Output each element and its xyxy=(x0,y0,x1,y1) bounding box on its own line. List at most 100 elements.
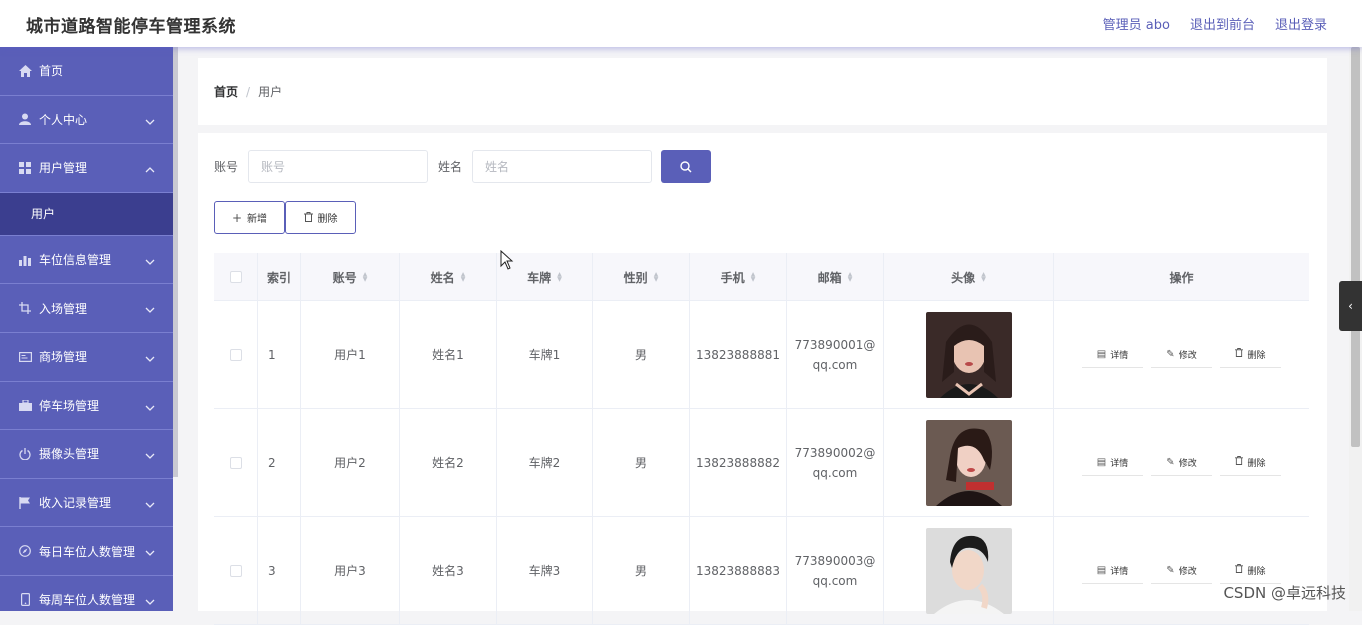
crop-icon xyxy=(18,301,32,315)
cell-account: 用户2 xyxy=(301,409,400,516)
sidebar-item-mall[interactable]: 商场管理 xyxy=(0,333,173,382)
exit-to-front-link[interactable]: 退出到前台 xyxy=(1190,14,1255,33)
cell-gender: 男 xyxy=(593,301,690,408)
main-panel: 账号 姓名 +新增 删除 索引 账号▲▼ 姓名▲▼ 车牌▲▼ 性别▲▼ 手机▲▼… xyxy=(198,133,1327,611)
name-input[interactable] xyxy=(472,150,652,183)
row-checkbox[interactable] xyxy=(230,565,242,577)
sort-icon[interactable]: ▲▼ xyxy=(363,272,368,282)
sort-icon[interactable]: ▲▼ xyxy=(461,272,466,282)
column-header-email[interactable]: 邮箱▲▼ xyxy=(787,253,884,301)
row-delete-button[interactable]: 删除 xyxy=(1220,342,1281,368)
trash-icon xyxy=(1235,348,1243,360)
scrollbar-thumb[interactable] xyxy=(1351,47,1360,447)
edit-button[interactable]: ✎修改 xyxy=(1151,450,1212,476)
chevron-down-icon xyxy=(145,448,155,462)
cell-plate: 车牌3 xyxy=(497,517,593,624)
sidebar-item-space-info[interactable]: 车位信息管理 xyxy=(0,236,173,285)
chevron-down-icon xyxy=(145,545,155,559)
sidebar-item-parking-lot[interactable]: 停车场管理 xyxy=(0,382,173,431)
chevron-left-icon: ‹ xyxy=(1348,299,1353,313)
sidebar-item-label: 停车场管理 xyxy=(39,397,99,414)
sort-icon[interactable]: ▲▼ xyxy=(981,272,986,282)
briefcase-icon xyxy=(18,398,32,412)
column-header-name[interactable]: 姓名▲▼ xyxy=(400,253,497,301)
logout-link[interactable]: 退出登录 xyxy=(1275,14,1327,33)
sidebar-item-user-management[interactable]: 用户管理 xyxy=(0,144,173,193)
row-delete-button[interactable]: 删除 xyxy=(1220,450,1281,476)
table-row: 1 用户1 姓名1 车牌1 男 13823888881 773890001@qq… xyxy=(214,301,1309,409)
flag-icon xyxy=(18,496,32,510)
cell-email: 773890001@qq.com xyxy=(787,301,884,408)
search-bar: 账号 姓名 xyxy=(214,150,711,183)
sidebar-item-label: 每周车位人数管理 xyxy=(39,591,135,608)
document-icon: ▤ xyxy=(1097,457,1106,468)
row-delete-button[interactable]: 删除 xyxy=(1220,558,1281,584)
sidebar-item-entry[interactable]: 入场管理 xyxy=(0,284,173,333)
add-button[interactable]: +新增 xyxy=(214,201,285,234)
sidebar-item-personal-center[interactable]: 个人中心 xyxy=(0,96,173,145)
column-header-gender[interactable]: 性别▲▼ xyxy=(593,253,690,301)
column-header-avatar[interactable]: 头像▲▼ xyxy=(884,253,1054,301)
cell-name: 姓名1 xyxy=(400,301,497,408)
row-checkbox[interactable] xyxy=(230,349,242,361)
cell-index: 2 xyxy=(258,409,301,516)
sidebar-item-weekly-count[interactable]: 每周车位人数管理 xyxy=(0,576,173,611)
table-header: 索引 账号▲▼ 姓名▲▼ 车牌▲▼ 性别▲▼ 手机▲▼ 邮箱▲▼ 头像▲▼ 操作 xyxy=(214,253,1309,301)
home-icon xyxy=(18,64,32,78)
trash-icon xyxy=(1235,564,1243,576)
cell-name: 姓名2 xyxy=(400,409,497,516)
sidebar-item-label: 车位信息管理 xyxy=(39,251,111,268)
sidebar-scrollbar[interactable] xyxy=(173,47,178,477)
breadcrumb-panel: 首页 / 用户 xyxy=(198,58,1327,125)
detail-button[interactable]: ▤详情 xyxy=(1082,558,1143,584)
chevron-down-icon xyxy=(145,351,155,365)
chevron-down-icon xyxy=(145,497,155,511)
detail-button[interactable]: ▤详情 xyxy=(1082,450,1143,476)
avatar xyxy=(926,420,1012,506)
sort-icon[interactable]: ▲▼ xyxy=(751,272,756,282)
column-header-actions: 操作 xyxy=(1054,253,1309,301)
sort-icon[interactable]: ▲▼ xyxy=(848,272,853,282)
cell-email: 773890003@qq.com xyxy=(787,517,884,624)
user-icon xyxy=(18,112,32,126)
column-header-phone[interactable]: 手机▲▼ xyxy=(690,253,787,301)
sidebar: 首页 个人中心 用户管理 用户 车位信息管理 入场管理 商场管理 停车场管理 摄… xyxy=(0,47,173,611)
account-input[interactable] xyxy=(248,150,428,183)
breadcrumb-home[interactable]: 首页 xyxy=(214,85,238,99)
edit-button[interactable]: ✎修改 xyxy=(1151,342,1212,368)
document-icon: ▤ xyxy=(1097,349,1106,360)
edit-button[interactable]: ✎修改 xyxy=(1151,558,1212,584)
sort-icon[interactable]: ▲▼ xyxy=(557,272,562,282)
chevron-down-icon xyxy=(145,594,155,608)
select-all-checkbox[interactable] xyxy=(230,271,242,283)
sidebar-item-home[interactable]: 首页 xyxy=(0,47,173,96)
cell-phone: 13823888882 xyxy=(690,409,787,516)
column-header-account[interactable]: 账号▲▼ xyxy=(301,253,400,301)
row-checkbox[interactable] xyxy=(230,457,242,469)
sort-icon[interactable]: ▲▼ xyxy=(654,272,659,282)
sidebar-item-label: 个人中心 xyxy=(39,111,87,128)
top-header: 城市道路智能停车管理系统 管理员 abo 退出到前台 退出登录 xyxy=(0,0,1362,47)
detail-button[interactable]: ▤详情 xyxy=(1082,342,1143,368)
breadcrumb-separator: / xyxy=(246,85,250,99)
delete-button[interactable]: 删除 xyxy=(285,201,356,234)
table-row: 3 用户3 姓名3 车牌3 男 13823888883 773890003@qq… xyxy=(214,517,1309,625)
cell-index: 1 xyxy=(258,301,301,408)
breadcrumb: 首页 / 用户 xyxy=(214,83,282,100)
cell-account: 用户3 xyxy=(301,517,400,624)
side-panel-toggle[interactable]: ‹ xyxy=(1339,281,1362,331)
header-links: 管理员 abo 退出到前台 退出登录 xyxy=(1103,14,1327,33)
sidebar-subitem-users[interactable]: 用户 xyxy=(0,193,173,236)
user-table: 索引 账号▲▼ 姓名▲▼ 车牌▲▼ 性别▲▼ 手机▲▼ 邮箱▲▼ 头像▲▼ 操作… xyxy=(214,253,1309,625)
sidebar-item-label: 用户管理 xyxy=(39,159,87,176)
breadcrumb-current: 用户 xyxy=(258,85,282,99)
bar-chart-icon xyxy=(18,253,32,267)
document-icon: ▤ xyxy=(1097,565,1106,576)
sidebar-item-income[interactable]: 收入记录管理 xyxy=(0,479,173,528)
cell-plate: 车牌1 xyxy=(497,301,593,408)
sidebar-item-camera[interactable]: 摄像头管理 xyxy=(0,430,173,479)
search-button[interactable] xyxy=(661,150,711,183)
search-icon xyxy=(680,161,692,173)
sidebar-item-daily-count[interactable]: 每日车位人数管理 xyxy=(0,527,173,576)
admin-user-link[interactable]: 管理员 abo xyxy=(1103,14,1170,33)
